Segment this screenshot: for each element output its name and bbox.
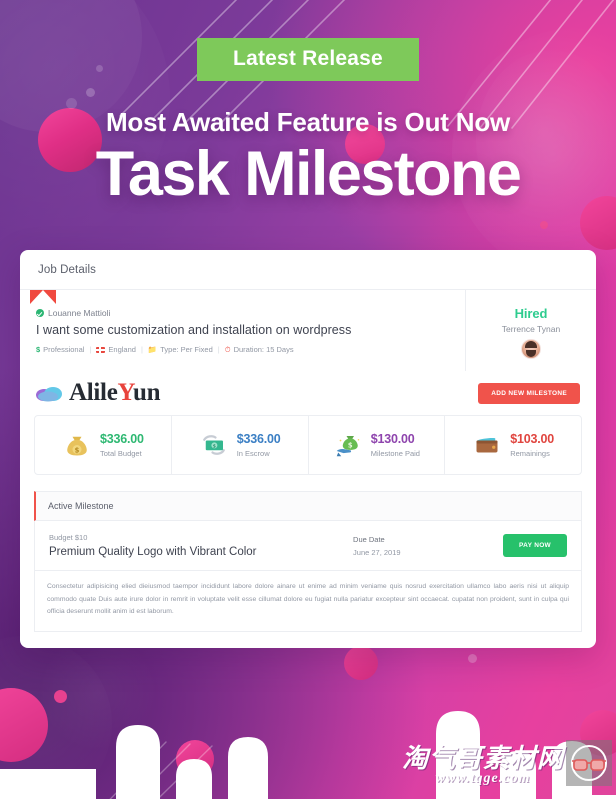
svg-text:$: $ (348, 441, 353, 449)
latest-release-badge: Latest Release (197, 38, 419, 81)
stat-milestone-paid-label: Milestone Paid (370, 449, 420, 459)
folder-icon: 📁 (147, 344, 158, 354)
hero-section: Latest Release Most Awaited Feature is O… (0, 0, 616, 208)
stat-remainings-text: $103.00 Remainings (510, 432, 554, 459)
flag-england-icon (96, 346, 106, 353)
stat-in-escrow-label: In Escrow (236, 449, 270, 459)
clock-icon: ⏱ (224, 344, 231, 354)
job-summary-row: ● Louanne Mattioli I want some customiza… (20, 290, 596, 371)
glasses-face-icon (571, 744, 607, 781)
hero-subtitle: Most Awaited Feature is Out Now (105, 107, 511, 137)
milestone-due-label: Due Date (353, 534, 385, 544)
stat-in-escrow-text: $336.00 In Escrow (237, 432, 281, 459)
hand-money-icon: $ (336, 436, 360, 457)
stat-total-budget-value: $336.00 (99, 431, 144, 446)
brand-logo: AlileYun (36, 379, 160, 407)
milestone-row: Budget $10 Premium Quality Logo with Vib… (34, 521, 582, 571)
job-meta-country-label: England (108, 345, 136, 354)
milestone-due-value: June 27, 2019 (353, 547, 401, 557)
pay-now-button[interactable]: PAY NOW (503, 534, 567, 557)
status-badge: Hired (514, 306, 548, 321)
job-meta-type: 📁 Type: Per Fixed (148, 345, 213, 354)
job-meta-professional: $ Professional (36, 345, 84, 354)
verified-check-icon (36, 309, 44, 317)
wallet-icon (476, 438, 498, 453)
job-meta-type-label: Type: Per Fixed (160, 345, 213, 354)
job-meta-list: $ Professional | England | 📁 Type: Per F… (36, 345, 449, 354)
stat-total-budget-label: Total Budget (99, 449, 142, 459)
card-header-title: Job Details (38, 264, 96, 276)
active-milestone-header: Active Milestone (34, 491, 582, 521)
hero-title: Task Milestone (95, 139, 522, 209)
job-hired-panel: Hired Terrence Tynan (466, 290, 596, 371)
poster-root: Latest Release Most Awaited Feature is O… (0, 0, 616, 799)
watermark-logo (566, 739, 612, 786)
job-meta-professional-label: Professional (43, 345, 85, 354)
meta-separator-3: | (217, 345, 220, 354)
stat-milestone-paid-value: $130.00 (370, 431, 415, 446)
job-details-card: Job Details ● Louanne Mattioli I want so… (20, 250, 596, 648)
job-meta-duration-label: Duration: 15 Days (233, 345, 294, 354)
watermark-cn-text: 淘气哥素材网 (401, 744, 564, 774)
job-meta-duration: ⏱ Duration: 15 Days (225, 345, 294, 354)
milestone-info: Budget $10 Premium Quality Logo with Vib… (49, 533, 353, 558)
stat-total-budget: $ $336.00 Total Budget (35, 416, 172, 474)
brand-name: AlileYun (69, 379, 160, 407)
user-ribbon-icon: ● (40, 292, 46, 302)
job-poster: Louanne Mattioli (36, 308, 449, 318)
watermark-text: 淘气哥素材网 www.tqge.com (402, 738, 564, 787)
brand-name-accent: Y (117, 379, 134, 406)
stat-total-budget-text: $336.00 Total Budget (100, 432, 144, 459)
watermark: 淘气哥素材网 www.tqge.com (402, 738, 612, 787)
brand-row: AlileYun ADD NEW MILESTONE (20, 371, 596, 415)
milestone-due: Due Date June 27, 2019 (353, 535, 503, 557)
stat-in-escrow-value: $336.00 (236, 431, 281, 446)
dollar-icon: $ (36, 344, 41, 354)
money-bag-icon: $ (67, 436, 87, 456)
milestone-title: Premium Quality Logo with Vibrant Color (49, 546, 257, 558)
stat-in-escrow: $ $336.00 In Escrow (172, 416, 309, 474)
job-meta-country: England (96, 345, 136, 354)
money-exchange-icon: $ (202, 435, 225, 455)
svg-text:$: $ (213, 444, 216, 450)
brand-name-part1: Alile (69, 379, 118, 406)
stat-milestone-paid: $ $130.00 Milestone Paid (309, 416, 446, 474)
stats-grid: $ $336.00 Total Budget $ $336.00 In Escr… (34, 415, 582, 475)
card-header: Job Details (20, 250, 596, 290)
stat-remainings-label: Remainings (510, 449, 550, 459)
add-new-milestone-button[interactable]: ADD NEW MILESTONE (478, 382, 580, 404)
meta-separator-2: | (140, 345, 143, 354)
stat-remainings-value: $103.00 (510, 431, 555, 446)
brand-name-part2: un (132, 379, 161, 406)
svg-text:$: $ (75, 447, 80, 455)
stat-remainings: $103.00 Remainings (445, 416, 581, 474)
milestone-description: Consectetur adipisicing elied dieiusmod … (34, 571, 582, 632)
decorative-dot-d (540, 221, 548, 229)
cloud-icon (36, 387, 62, 402)
avatar (521, 339, 541, 359)
job-summary-main: ● Louanne Mattioli I want some customiza… (20, 290, 466, 371)
meta-separator-1: | (89, 345, 92, 354)
job-poster-name: Louanne Mattioli (48, 308, 111, 318)
milestone-budget: Budget $10 (49, 533, 88, 542)
stat-milestone-paid-text: $130.00 Milestone Paid (371, 432, 420, 459)
hired-person-name: Terrence Tynan (501, 324, 561, 334)
job-title: I want some customization and installati… (36, 323, 352, 337)
